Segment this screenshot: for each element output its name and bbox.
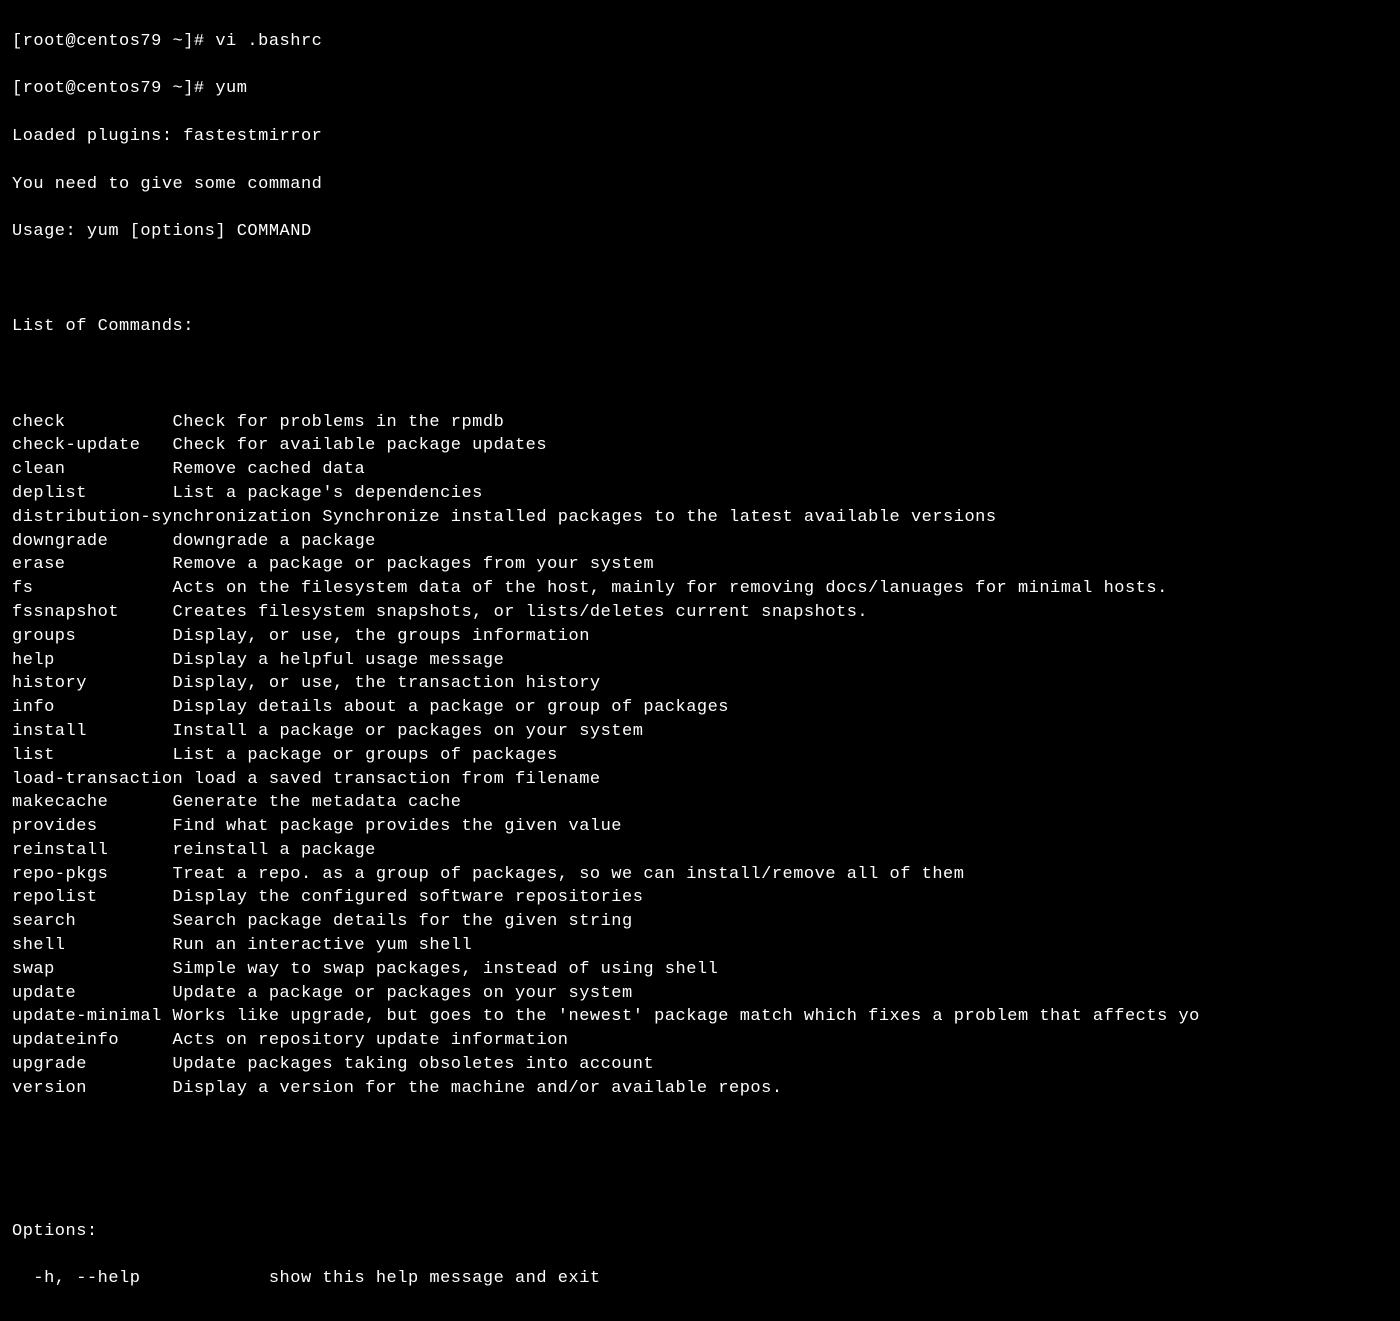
prompt-line-2: [root@centos79 ~]# yum — [12, 77, 1388, 101]
command-row: shell Run an interactive yum shell — [12, 934, 1388, 958]
command-row: check-update Check for available package… — [12, 434, 1388, 458]
command-row: fssnapshot Creates filesystem snapshots,… — [12, 601, 1388, 625]
command-row: update Update a package or packages on y… — [12, 982, 1388, 1006]
command-row: distribution-synchronization Synchronize… — [12, 506, 1388, 530]
command-row: swap Simple way to swap packages, instea… — [12, 958, 1388, 982]
command-row: upgrade Update packages taking obsoletes… — [12, 1053, 1388, 1077]
command-row: deplist List a package's dependencies — [12, 482, 1388, 506]
command-row: repo-pkgs Treat a repo. as a group of pa… — [12, 863, 1388, 887]
command-row: repolist Display the configured software… — [12, 886, 1388, 910]
command-row: install Install a package or packages on… — [12, 720, 1388, 744]
command-row: info Display details about a package or … — [12, 696, 1388, 720]
options-header: Options: — [12, 1220, 1388, 1244]
command-row: groups Display, or use, the groups infor… — [12, 625, 1388, 649]
blank-line — [12, 1172, 1388, 1196]
command-row: check Check for problems in the rpmdb — [12, 411, 1388, 435]
prompt-line-1: [root@centos79 ~]# vi .bashrc — [12, 30, 1388, 54]
command-row: downgrade downgrade a package — [12, 530, 1388, 554]
terminal-output[interactable]: [root@centos79 ~]# vi .bashrc [root@cent… — [0, 0, 1400, 1321]
command-row: history Display, or use, the transaction… — [12, 672, 1388, 696]
blank-line — [12, 1124, 1388, 1148]
blank-line — [12, 268, 1388, 292]
options-list: -h, --help show this help message and ex… — [12, 1267, 1388, 1291]
list-header: List of Commands: — [12, 315, 1388, 339]
command-row: updateinfo Acts on repository update inf… — [12, 1029, 1388, 1053]
command-row: version Display a version for the machin… — [12, 1077, 1388, 1101]
command-row: reinstall reinstall a package — [12, 839, 1388, 863]
command-row: provides Find what package provides the … — [12, 815, 1388, 839]
command-row: help Display a helpful usage message — [12, 649, 1388, 673]
blank-line — [12, 363, 1388, 387]
command-row: search Search package details for the gi… — [12, 910, 1388, 934]
command-row: list List a package or groups of package… — [12, 744, 1388, 768]
need-command-line: You need to give some command — [12, 173, 1388, 197]
command-row: load-transaction load a saved transactio… — [12, 768, 1388, 792]
command-row: erase Remove a package or packages from … — [12, 553, 1388, 577]
commands-list: check Check for problems in the rpmdbche… — [12, 411, 1388, 1101]
command-row: makecache Generate the metadata cache — [12, 791, 1388, 815]
command-row: update-minimal Works like upgrade, but g… — [12, 1005, 1388, 1029]
plugins-line: Loaded plugins: fastestmirror — [12, 125, 1388, 149]
usage-line: Usage: yum [options] COMMAND — [12, 220, 1388, 244]
command-row: clean Remove cached data — [12, 458, 1388, 482]
command-row: fs Acts on the filesystem data of the ho… — [12, 577, 1388, 601]
option-row: -h, --help show this help message and ex… — [12, 1267, 1388, 1291]
